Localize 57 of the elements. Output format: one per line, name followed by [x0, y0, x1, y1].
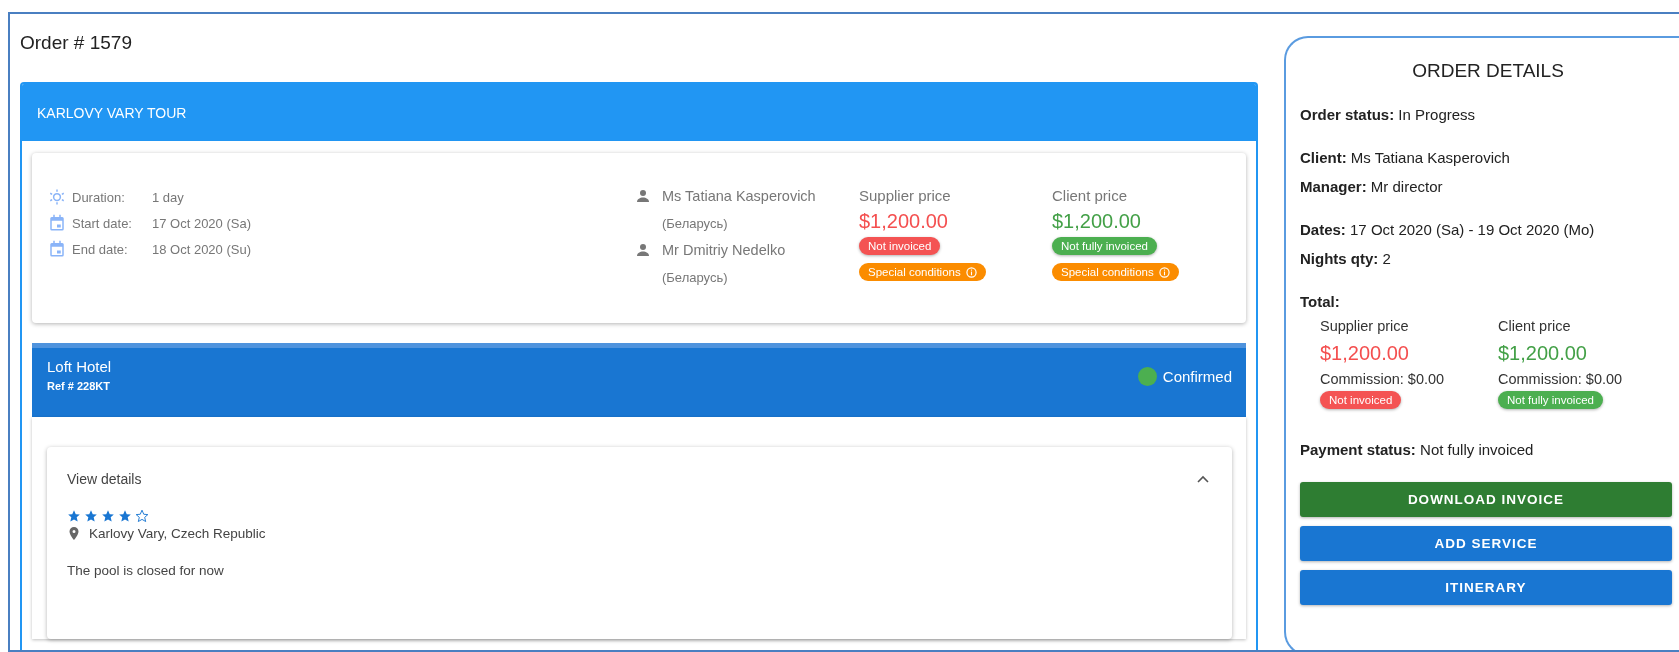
detail-line: Nights qty: 2 — [1300, 250, 1392, 267]
action-button[interactable]: ITINERARY — [1300, 570, 1672, 605]
status-text: Confirmed — [1162, 367, 1232, 385]
status-badge: Not invoiced — [1320, 391, 1402, 409]
star-icon — [135, 509, 149, 523]
traveler-name: Ms Tatiana Kasperovich (Беларусь) — [662, 187, 817, 233]
star-icon — [84, 509, 98, 523]
info-icon — [965, 266, 977, 278]
info-value: 18 Oct 2020 (Su) — [152, 241, 251, 257]
sun-icon — [48, 187, 66, 207]
hotel-name: Loft Hotel — [47, 358, 112, 375]
info-label: End date: — [72, 241, 129, 257]
status-badge: Special conditions — [1052, 263, 1179, 281]
price-amount: $1,200.00 — [1052, 210, 1141, 233]
action-button[interactable]: ADD SERVICE — [1300, 526, 1672, 561]
detail-line: Client: Ms Tatiana Kasperovich — [1300, 149, 1511, 166]
price-amount: $1,200.00 — [1498, 342, 1587, 365]
person-icon — [634, 241, 652, 259]
status-badge: Not fully invoiced — [1052, 237, 1157, 255]
order-title: Order # 1579 — [20, 32, 133, 55]
price-amount: $1,200.00 — [1320, 342, 1409, 365]
detail-line: Order status: In Progress — [1300, 106, 1477, 123]
star-icon — [101, 509, 115, 523]
detail-line: Manager: Mr director — [1300, 178, 1444, 195]
total-label: Total: — [1300, 293, 1341, 310]
status-badge: Not invoiced — [859, 237, 941, 255]
person-icon — [634, 187, 652, 205]
info-icon — [1158, 266, 1170, 278]
star-icon — [118, 509, 132, 523]
traveler-name: Mr Dmitriy Nedelko (Беларусь) — [662, 241, 787, 287]
price-label: Supplier price — [1320, 318, 1409, 334]
info-label: Duration: — [72, 189, 126, 205]
detail-line: Dates: 17 Oct 2020 (Sa) - 19 Oct 2020 (Mo) — [1300, 221, 1596, 238]
calendar-icon — [48, 213, 66, 233]
hotel-note: The pool is closed for now — [67, 563, 225, 578]
location-pin-icon — [69, 527, 79, 540]
hotel-location: Karlovy Vary, Czech Republic — [89, 526, 266, 541]
view-details-toggle[interactable]: View details — [67, 471, 1210, 487]
info-value: 1 day — [152, 189, 184, 205]
info-value: 17 Oct 2020 (Sa) — [152, 215, 251, 231]
calendar-icon — [48, 239, 66, 259]
star-icon — [67, 509, 81, 523]
panel-heading: ORDER DETAILS — [1411, 60, 1565, 82]
status-badge: Special conditions — [859, 263, 986, 281]
commission-text: Commission: $0.00 — [1498, 371, 1623, 387]
payment-status-line: Payment status: Not fully invoiced — [1300, 441, 1535, 458]
price-label: Supplier price — [859, 187, 951, 204]
commission-text: Commission: $0.00 — [1320, 371, 1445, 387]
action-button[interactable]: DOWNLOAD INVOICE — [1300, 482, 1672, 517]
price-label: Client price — [1498, 318, 1571, 334]
price-label: Client price — [1052, 187, 1128, 204]
chevron-icon — [1196, 474, 1210, 484]
price-amount: $1,200.00 — [859, 210, 948, 233]
hotel-ref: Ref # 228KT — [47, 380, 111, 392]
tour-title: KARLOVY VARY TOUR — [22, 84, 1256, 141]
info-label: Start date: — [72, 215, 133, 231]
status-badge: Not fully invoiced — [1498, 391, 1603, 409]
